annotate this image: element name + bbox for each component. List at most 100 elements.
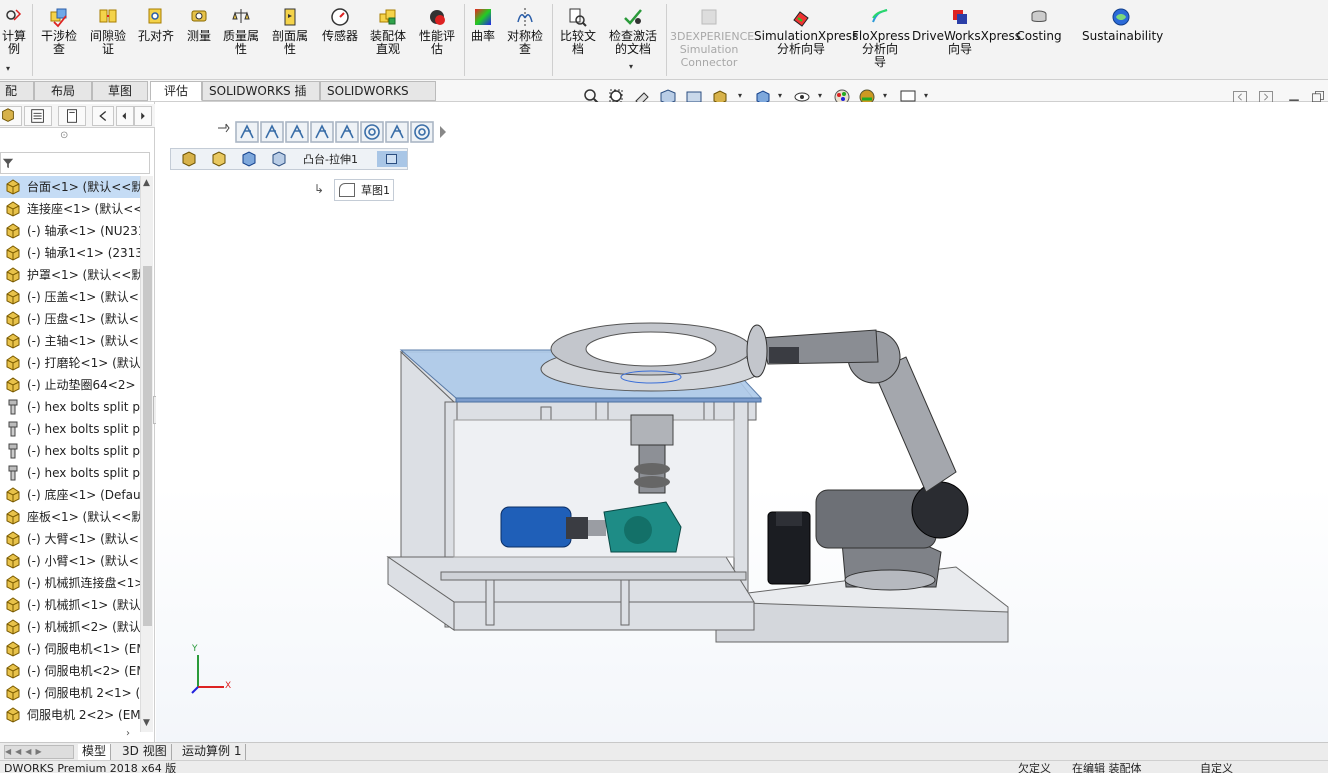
tree-item-label: (-) 伺服电机 2<1> (	[27, 686, 140, 700]
tree-item[interactable]: 连接座<1> (默认<<	[0, 198, 140, 220]
tab-assembly[interactable]: 配体	[0, 81, 34, 117]
tree-item[interactable]: (-) 伺服电机<2> (EM	[0, 660, 140, 682]
feature-tree: 台面<1> (默认<<默 连接座<1> (默认<< (-) 轴承<1> (NU231…	[0, 176, 140, 732]
tab-evaluate[interactable]: 评估	[150, 81, 202, 101]
status-units[interactable]: 自定义	[1200, 762, 1233, 773]
tree-item[interactable]: (-) hex bolts split p	[0, 396, 140, 418]
tree-item-label: (-) 机械抓连接盘<1>	[27, 576, 140, 590]
tree-item[interactable]: 护罩<1> (默认<<默	[0, 264, 140, 286]
tree-item[interactable]: (-) 主轴<1> (默认<<	[0, 330, 140, 352]
tree-item[interactable]: (-) 打磨轮<1> (默认	[0, 352, 140, 374]
tree-item[interactable]: 台面<1> (默认<<默	[0, 176, 140, 198]
tree-item[interactable]: (-) 压盖<1> (默认<<	[0, 286, 140, 308]
ribbon-button-section-properties[interactable]: 剖面属 性	[268, 6, 312, 56]
chevron-down-icon[interactable]: ▾	[883, 91, 887, 100]
measure-icon	[191, 10, 207, 22]
tree-item[interactable]: (-) 轴承<1> (NU231	[0, 220, 140, 242]
ribbon-button-measure[interactable]: 测量	[184, 6, 214, 43]
configuration-manager-tab-icon[interactable]	[58, 106, 86, 126]
part-icon	[6, 575, 20, 591]
tree-item[interactable]: (-) 压盘<1> (默认<<	[0, 308, 140, 330]
chevron-down-icon[interactable]: ▾	[818, 91, 822, 100]
tree-item[interactable]: (-) hex bolts split p	[0, 418, 140, 440]
bolt-icon	[8, 465, 18, 481]
cabinet-back-panel	[453, 419, 735, 558]
panel-splitter-handle[interactable]: ⊙	[60, 130, 68, 141]
ribbon-button-sensor[interactable]: 传感器	[318, 6, 362, 43]
tree-filter-input[interactable]	[0, 152, 150, 174]
tree-item-label: (-) 小臂<1> (默认<<	[27, 554, 140, 568]
ribbon-button-floxpress[interactable]: FloXpress 分析向 导	[852, 6, 910, 69]
part-icon	[6, 597, 20, 613]
chevron-down-icon[interactable]: ▾	[629, 62, 633, 71]
tree-item[interactable]: (-) 大臂<1> (默认<<	[0, 528, 140, 550]
ribbon-button-costing[interactable]: Costing	[1014, 6, 1064, 43]
sustainability-icon	[1112, 8, 1130, 26]
ribbon-button-compare-documents[interactable]: 比较文 档	[556, 6, 600, 56]
ribbon-button-design-study[interactable]: 计算 例	[0, 6, 28, 56]
tree-item[interactable]: (-) 底座<1> (Defaul	[0, 484, 140, 506]
symmetry-check-icon	[517, 8, 533, 26]
tab-model[interactable]: 模型	[78, 744, 112, 760]
ribbon-button-assemblyxpert[interactable]: 装配体 直观	[366, 6, 410, 56]
ribbon-button-sustainability[interactable]: Sustainability	[1082, 6, 1163, 43]
ribbon-button-symmetry-check[interactable]: 对称检 查	[503, 6, 547, 56]
tree-item[interactable]: (-) 机械抓<1> (默认	[0, 594, 140, 616]
tree-item[interactable]: (-) 伺服电机 2<1> (	[0, 682, 140, 704]
tree-item[interactable]: 座板<1> (默认<<默	[0, 506, 140, 528]
chevron-down-icon[interactable]: ▾	[738, 91, 742, 100]
part-icon	[6, 311, 20, 327]
tab-solidworks-mbd[interactable]: SOLIDWORKS MBD	[320, 81, 436, 117]
tab-motion-study[interactable]: 运动算例 1	[178, 744, 247, 760]
ribbon-button-hole-alignment[interactable]: 孔对齐	[136, 6, 176, 43]
tree-item[interactable]: (-) 止动垫圈64<2> (	[0, 374, 140, 396]
interference-check-icon	[50, 8, 67, 28]
ribbon-button-interference-check[interactable]: 干涉检 查	[38, 6, 80, 56]
servo-controller[interactable]	[767, 511, 811, 585]
scroll-up-icon[interactable]: ▲	[143, 178, 150, 188]
tree-item[interactable]: (-) 伺服电机<1> (EM	[0, 638, 140, 660]
tree-item[interactable]: (-) 小臂<1> (默认<<	[0, 550, 140, 572]
tree-item[interactable]: (-) 机械抓连接盘<1>	[0, 572, 140, 594]
tree-item[interactable]: (-) 轴承1<1> (2313	[0, 242, 140, 264]
graphics-area[interactable]: 凸台-拉伸1 ↳ 草图1 Y X	[156, 102, 1328, 742]
tree-scrollbar[interactable]: ▲ ▼	[140, 176, 153, 732]
ribbon-button-simulationxpress[interactable]: SimulationXpress 分析向导	[754, 6, 858, 56]
chevron-down-icon[interactable]: ▾	[6, 64, 10, 73]
tree-item[interactable]: (-) hex bolts split p	[0, 462, 140, 484]
tab-layout[interactable]: 布局	[34, 81, 92, 101]
tree-item[interactable]: 伺服电机 2<2> (EM	[0, 704, 140, 726]
part-icon	[6, 641, 20, 657]
ribbon-button-curvature[interactable]: 曲率	[468, 6, 498, 43]
tab-3d-views[interactable]: 3D 视图	[118, 744, 172, 760]
tree-item[interactable]: (-) 机械抓<2> (默认	[0, 616, 140, 638]
ribbon-button-mass-properties[interactable]: 质量属 性	[220, 6, 262, 56]
tab-sketch[interactable]: 草图	[92, 81, 148, 101]
scrollbar-thumb[interactable]	[143, 266, 152, 626]
part-icon	[6, 267, 20, 283]
assembly-model[interactable]	[156, 102, 1328, 742]
feature-manager-tab-icon[interactable]	[0, 106, 22, 126]
ribbon-button-clearance-verification[interactable]: 间隙验 证	[86, 6, 130, 56]
ribbon-button-check-active-document[interactable]: 检查激活 的文档	[604, 6, 662, 56]
scroll-tabs-left-icon[interactable]	[116, 106, 134, 126]
grinding-wheel[interactable]	[540, 322, 762, 392]
scroll-tabs-right-icon[interactable]	[134, 106, 152, 126]
dimxpert-tab-icon[interactable]	[92, 106, 114, 126]
ribbon-label: 曲率	[470, 29, 495, 43]
ribbon-label: 孔对齐	[137, 29, 174, 43]
scroll-right-icon[interactable]: ›	[126, 728, 130, 739]
property-manager-tab-icon[interactable]	[24, 106, 52, 126]
tree-item-label: (-) 轴承1<1> (2313	[27, 246, 140, 260]
tree-item[interactable]: (-) hex bolts split p	[0, 440, 140, 462]
tab-navigation-arrows[interactable]: ◀◀◀▶	[4, 745, 74, 759]
part-icon	[6, 289, 20, 305]
ribbon-button-driveworksxpress[interactable]: DriveWorksXpress 向导	[912, 6, 1021, 56]
tab-solidworks-addins[interactable]: SOLIDWORKS 插件	[202, 81, 320, 117]
chevron-down-icon[interactable]: ▾	[924, 91, 928, 100]
ribbon-label: SimulationXpress 分析向导	[754, 29, 859, 56]
costing-icon	[1031, 10, 1047, 22]
ribbon-button-performance-evaluation[interactable]: 性能评 估	[414, 6, 460, 56]
chevron-down-icon[interactable]: ▾	[778, 91, 782, 100]
scroll-down-icon[interactable]: ▼	[143, 718, 150, 728]
